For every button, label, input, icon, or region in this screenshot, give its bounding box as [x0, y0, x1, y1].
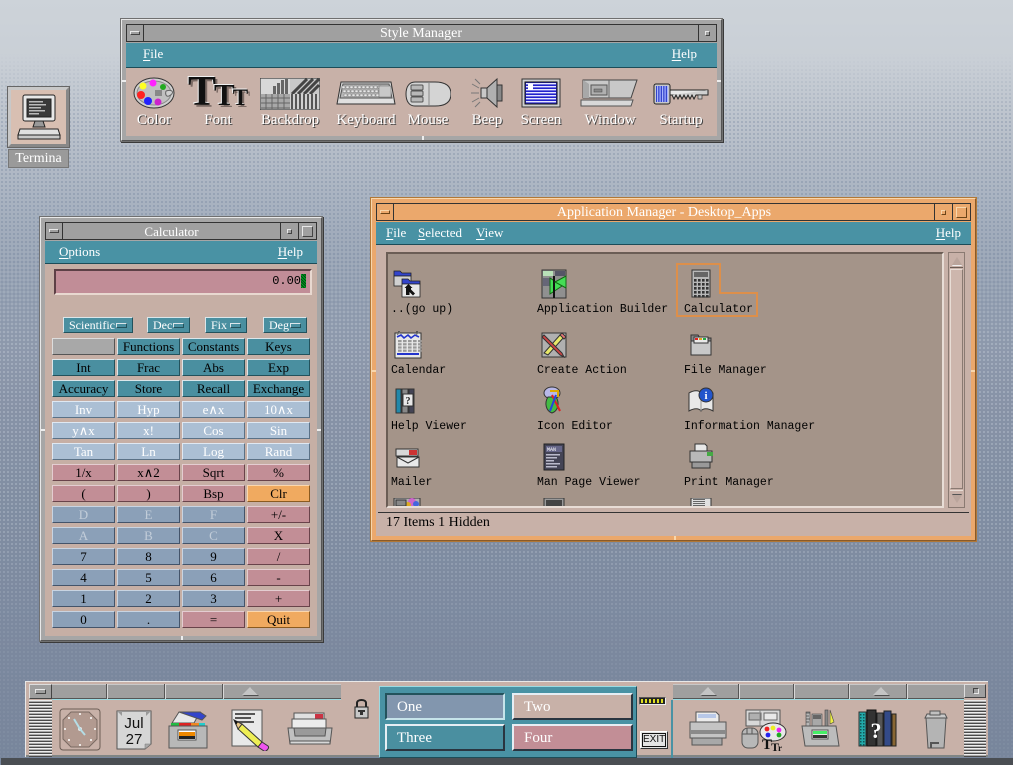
svg-text:i: i [704, 390, 707, 402]
svg-text:?: ? [871, 718, 882, 743]
svg-text:27: 27 [126, 731, 143, 748]
svg-text:MAN: MAN [547, 447, 556, 453]
svg-text:r: r [778, 743, 782, 751]
svg-text:Jul: Jul [124, 715, 143, 732]
svg-text:?: ? [406, 396, 411, 407]
